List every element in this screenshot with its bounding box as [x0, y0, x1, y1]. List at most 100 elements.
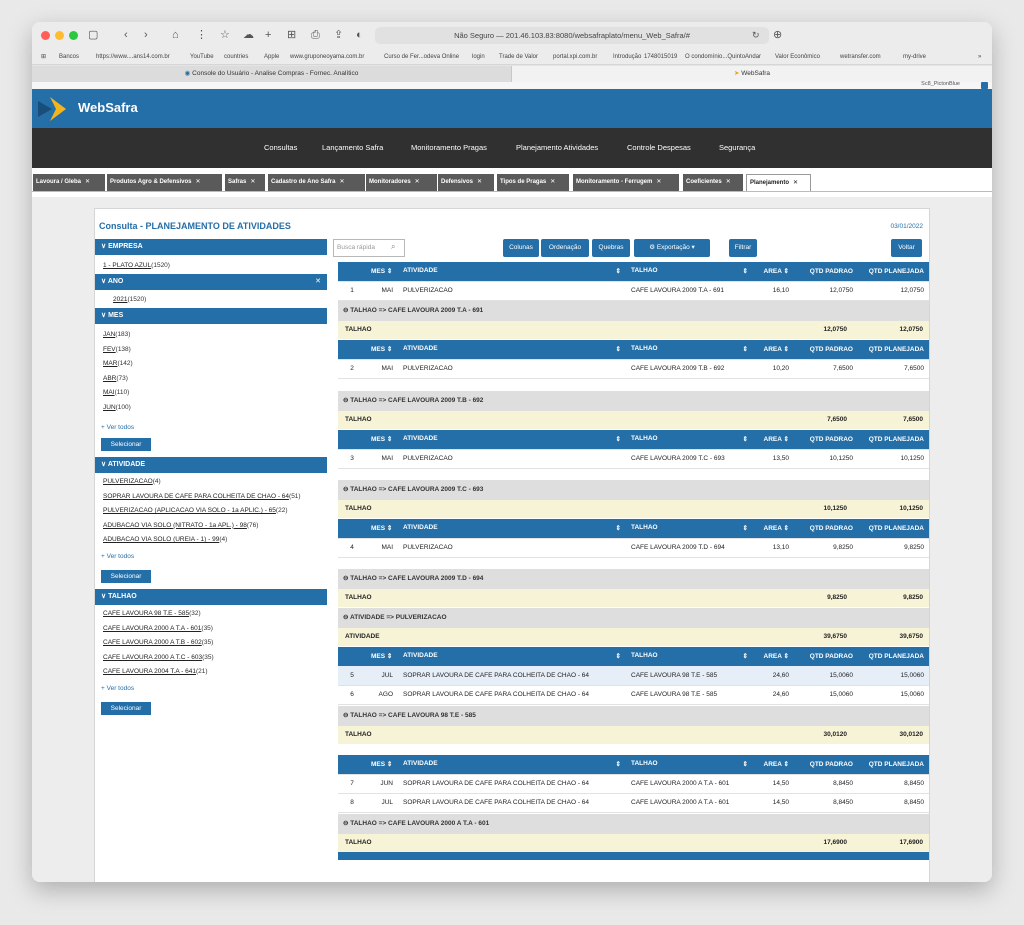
screen-tab[interactable]: Safras ✕ [225, 174, 265, 191]
column-header-area[interactable]: AREA ⇕ [753, 430, 794, 450]
browser-tab-websafra[interactable]: ➤ WebSafra [512, 66, 992, 82]
sort-icon[interactable]: ⇕ [385, 346, 392, 353]
sort-icon[interactable]: ⇕ [782, 525, 789, 532]
menu-item[interactable]: Lançamento Safra [322, 143, 383, 152]
column-header-area[interactable]: AREA ⇕ [753, 340, 794, 360]
column-header-atividade[interactable]: ATIVIDADE ⇕ [398, 430, 626, 450]
column-header-mes[interactable]: MES ⇕ [366, 340, 398, 360]
bookmark-link[interactable]: Curso de Fer...odeva Online [384, 50, 459, 64]
filter-option-label[interactable]: CAFE LAVOURA 98 T.E - 585 [103, 610, 189, 617]
close-tab-icon[interactable]: ✕ [793, 180, 798, 186]
filter-option[interactable]: PULVERIZACAO (APLICACAO VIA SOLO - 1a AP… [103, 507, 287, 514]
screen-tab[interactable]: Defensivos ✕ [438, 174, 494, 191]
column-header-mes[interactable]: MES ⇕ [366, 430, 398, 450]
table-row[interactable]: 3 MAI PULVERIZACAO CAFE LAVOURA 2009 T.C - … [338, 449, 929, 469]
bookmark-link[interactable]: my-drive [903, 50, 926, 64]
column-header-qtd-planejada[interactable]: QTD PLANEJADA [858, 430, 929, 450]
table-row[interactable]: 8 JUL SOPRAR LAVOURA DE CAFE PARA COLHEITA… [338, 793, 929, 813]
bookmark-link[interactable]: Introdução [613, 50, 641, 64]
column-header-qtd-planejada[interactable]: QTD PLANEJADA [858, 262, 929, 282]
filter-option[interactable]: 2021(1520) [113, 296, 146, 303]
ver-todos-link[interactable]: + Ver todos [101, 685, 134, 692]
filter-option-label[interactable]: CAFE LAVOURA 2000 A T.A - 601 [103, 625, 201, 632]
star-icon[interactable]: ☆ [220, 28, 230, 42]
filter-header-mes[interactable]: ∨ MES [95, 308, 327, 324]
column-header-atividade[interactable]: ATIVIDADE ⇕ [398, 647, 626, 667]
filter-option[interactable]: MAI(110) [103, 389, 129, 396]
forward-icon[interactable]: › [144, 28, 148, 42]
column-header-talhao[interactable]: TALHAO ⇕ [626, 755, 753, 775]
sort-icon[interactable]: ⇕ [385, 653, 392, 660]
menu-item[interactable]: Consultas [264, 143, 297, 152]
sort-icon[interactable]: ⇕ [616, 267, 621, 275]
group-row[interactable]: ⊖ TALHAO => CAFE LAVOURA 98 T.E - 585 [338, 706, 929, 726]
group-row[interactable]: ⊖ TALHAO => CAFE LAVOURA 2000 A T.A - 60… [338, 814, 929, 834]
column-header-talhao[interactable]: TALHAO ⇕ [626, 647, 753, 667]
column-header-talhao[interactable]: TALHAO ⇕ [626, 340, 753, 360]
voltar-button[interactable]: Voltar [891, 239, 922, 257]
screen-tab[interactable]: Monitoramento - Ferrugem ✕ [573, 174, 679, 191]
selecionar-button[interactable]: Selecionar [101, 438, 151, 451]
filtrar-button[interactable]: Filtrar [729, 239, 757, 257]
group-row[interactable]: ⊖ TALHAO => CAFE LAVOURA 2009 T.C - 693 [338, 480, 929, 500]
filter-header-empresa[interactable]: ∨ EMPRESA [95, 239, 327, 255]
close-tab-icon[interactable]: ✕ [195, 179, 200, 185]
sort-icon[interactable]: ⇕ [385, 525, 392, 532]
filter-option[interactable]: SOPRAR LAVOURA DE CAFE PARA COLHEITA DE … [103, 493, 301, 500]
print-icon[interactable]: ⎙ [311, 28, 320, 42]
filter-option-label[interactable]: JUN [103, 404, 116, 411]
filter-option-label[interactable]: ABR [103, 375, 116, 382]
sort-icon[interactable]: ⇕ [743, 524, 748, 532]
filter-option[interactable]: CAFE LAVOURA 2004 T.A - 641(21) [103, 668, 208, 675]
column-header-qtd-planejada[interactable]: QTD PLANEJADA [858, 647, 929, 667]
sort-icon[interactable]: ⇕ [616, 760, 621, 768]
more-bookmarks-icon[interactable]: » [978, 50, 981, 64]
selecionar-button[interactable]: Selecionar [101, 570, 151, 583]
ordenacao-button[interactable]: Ordenação [541, 239, 589, 257]
column-header-qtd-padrao[interactable]: QTD PADRAO [794, 262, 858, 282]
bookmark-link[interactable]: https://www....ans14.com.br [96, 50, 170, 64]
close-window-button[interactable] [41, 31, 50, 40]
ver-todos-link[interactable]: + Ver todos [101, 424, 134, 431]
ver-todos-link[interactable]: + Ver todos [101, 553, 134, 560]
bookmark-link[interactable]: 1748015019 [644, 50, 677, 64]
close-tab-icon[interactable]: ✕ [339, 179, 344, 185]
column-header-qtd-planejada[interactable]: QTD PLANEJADA [858, 755, 929, 775]
menu-item[interactable]: Controle Despesas [627, 143, 691, 152]
sort-icon[interactable]: ⇕ [743, 652, 748, 660]
bookmark-link[interactable]: wetransfer.com [840, 50, 881, 64]
share-icon[interactable]: ⇪ [334, 28, 343, 42]
column-header-area[interactable]: AREA ⇕ [753, 262, 794, 282]
filter-option-label[interactable]: PULVERIZACAO (APLICACAO VIA SOLO - 1a AP… [103, 507, 276, 514]
group-row[interactable]: ⊖ ATIVIDADE => PULVERIZACAO [338, 608, 929, 628]
column-header-qtd-padrao[interactable]: QTD PADRAO [794, 340, 858, 360]
sort-icon[interactable]: ⇕ [616, 435, 621, 443]
menu-item[interactable]: Monitoramento Pragas [411, 143, 487, 152]
close-tab-icon[interactable]: ✕ [477, 179, 482, 185]
table-row[interactable]: 6 AGO SOPRAR LAVOURA DE CAFE PARA COLHEITA… [338, 685, 929, 705]
column-header-area[interactable]: AREA ⇕ [753, 755, 794, 775]
close-tab-icon[interactable]: ✕ [656, 179, 661, 185]
reload-icon[interactable]: ↻ [752, 28, 760, 42]
screen-tab[interactable]: Cadastro de Ano Safra ✕ [268, 174, 365, 191]
sort-icon[interactable]: ⇕ [616, 345, 621, 353]
filter-option-label[interactable]: ADUBACAO VIA SOLO (NITRATO - 1a APL.) - … [103, 522, 247, 529]
column-header-qtd-padrao[interactable]: QTD PADRAO [794, 755, 858, 775]
filter-option[interactable]: PULVERIZACAO(4) [103, 478, 161, 485]
bookmark-link[interactable]: Valor Econômico [775, 50, 820, 64]
close-tab-icon[interactable]: ✕ [726, 179, 731, 185]
filter-option-label[interactable]: 1 - PLATO AZUL [103, 262, 151, 269]
column-header-qtd-padrao[interactable]: QTD PADRAO [794, 430, 858, 450]
sort-icon[interactable]: ⇕ [385, 436, 392, 443]
sort-icon[interactable]: ⇕ [385, 268, 392, 275]
filter-header-talhao[interactable]: ∨ TALHAO [95, 589, 327, 605]
home-icon[interactable]: ⌂ [172, 28, 179, 42]
column-header-atividade[interactable]: ATIVIDADE ⇕ [398, 340, 626, 360]
filter-option-label[interactable]: CAFE LAVOURA 2004 T.A - 641 [103, 668, 196, 675]
filter-option[interactable]: FEV(138) [103, 346, 131, 353]
filter-option-label[interactable]: CAFE LAVOURA 2000 A T.C - 603 [103, 654, 202, 661]
bookmark-link[interactable]: login [472, 50, 485, 64]
sort-icon[interactable]: ⇕ [385, 761, 392, 768]
filter-option-label[interactable]: PULVERIZACAO [103, 478, 153, 485]
colunas-button[interactable]: Colunas [503, 239, 539, 257]
